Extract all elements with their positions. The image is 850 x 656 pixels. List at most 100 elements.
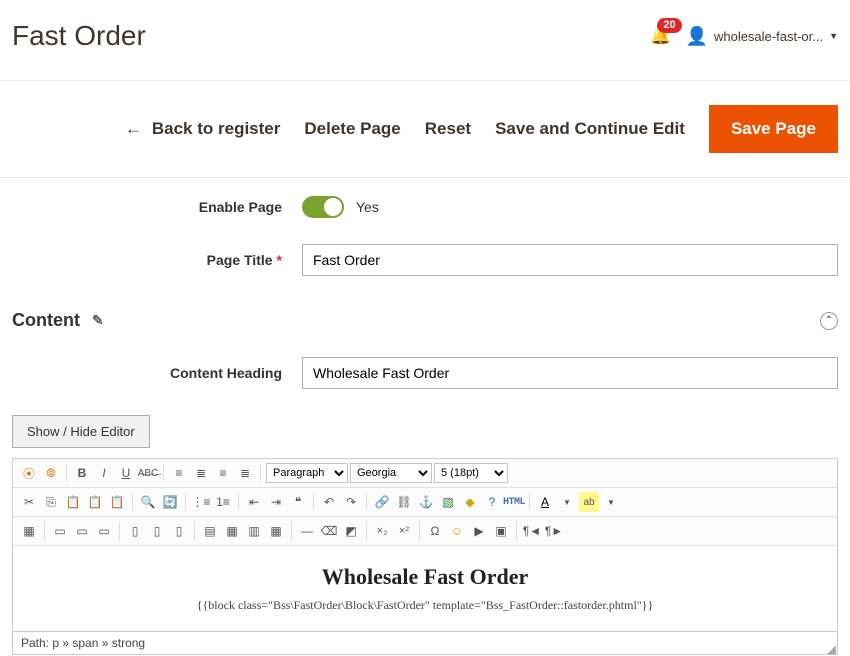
save-page-button[interactable]: Save Page <box>709 105 838 153</box>
editor-path-text[interactable]: Path: p » span » strong <box>21 636 145 650</box>
page-title-input[interactable] <box>302 244 838 276</box>
copy-icon[interactable]: ⎘ <box>41 492 61 512</box>
number-list-icon[interactable]: 1≡ <box>213 492 233 512</box>
italic-icon[interactable]: I <box>94 463 114 483</box>
col-after-icon[interactable]: ▯ <box>147 521 167 541</box>
enable-page-field: Yes <box>302 196 838 218</box>
replace-icon[interactable]: 🔄 <box>160 492 180 512</box>
text-color-icon[interactable]: A <box>535 492 555 512</box>
delete-row-icon[interactable]: ▭ <box>94 521 114 541</box>
underline-icon[interactable]: U <box>116 463 136 483</box>
back-label: Back to register <box>152 119 281 139</box>
align-justify-icon[interactable]: ≣ <box>235 463 255 483</box>
paste-icon[interactable]: 📋 <box>63 492 83 512</box>
row-props-icon[interactable]: ▥ <box>244 521 264 541</box>
save-continue-button[interactable]: Save and Continue Edit <box>495 119 685 139</box>
cell-props-icon[interactable]: ▦ <box>266 521 286 541</box>
page-title: Fast Order <box>12 20 146 52</box>
separator <box>366 522 367 540</box>
anchor-icon[interactable]: ⚓ <box>416 492 436 512</box>
row-before-icon[interactable]: ▭ <box>50 521 70 541</box>
collapse-button[interactable]: ⌃ <box>820 312 838 330</box>
bullet-list-icon[interactable]: ⋮≡ <box>191 492 211 512</box>
notifications-button[interactable]: 🔔 20 <box>650 26 671 46</box>
format-select[interactable]: Paragraph <box>266 463 348 483</box>
required-asterisk: * <box>277 252 282 268</box>
unlink-icon[interactable]: ⛓ <box>394 492 414 512</box>
separator <box>366 493 367 511</box>
fontsize-select[interactable]: 5 (18pt) <box>434 463 508 483</box>
align-center-icon[interactable]: ≣ <box>191 463 211 483</box>
link-icon[interactable]: 🔗 <box>372 492 392 512</box>
content-section-title: Content ✎ <box>12 310 104 331</box>
chevron-down-icon[interactable]: ▼ <box>557 492 577 512</box>
toolbar-row-3: ▦ ▭ ▭ ▭ ▯ ▯ ▯ ▤ ▦ ▥ ▦ — ⌫ ◩ ×₂ ×² Ω ☺ ▶ … <box>13 517 837 546</box>
page-title-label: Page Title* <box>12 252 302 268</box>
back-button[interactable]: ← Back to register <box>125 119 281 139</box>
find-icon[interactable]: 🔍 <box>138 492 158 512</box>
user-name: wholesale-fast-or... <box>714 29 823 44</box>
redo-icon[interactable]: ↷ <box>341 492 361 512</box>
toolbar-row-1: ⦿ ⦾ B I U A̶B̶C̶ ≡ ≣ ≡ ≣ Paragraph Georg… <box>13 459 837 488</box>
media-icon[interactable]: ▶ <box>469 521 489 541</box>
chevron-down-icon[interactable]: ▼ <box>601 492 621 512</box>
bg-color-icon[interactable]: ab <box>579 492 599 512</box>
blockquote-icon[interactable]: ❝ <box>288 492 308 512</box>
reset-button[interactable]: Reset <box>425 119 471 139</box>
table-icon[interactable]: ▦ <box>19 521 39 541</box>
row-after-icon[interactable]: ▭ <box>72 521 92 541</box>
strikethrough-icon[interactable]: A̶B̶C̶ <box>138 463 158 483</box>
ltr-icon[interactable]: ¶◄ <box>522 521 542 541</box>
resize-handle[interactable] <box>823 640 837 654</box>
wysiwyg-editor: ⦿ ⦾ B I U A̶B̶C̶ ≡ ≣ ≡ ≣ Paragraph Georg… <box>12 458 838 632</box>
delete-col-icon[interactable]: ▯ <box>169 521 189 541</box>
actions-bar: ← Back to register Delete Page Reset Sav… <box>0 81 850 178</box>
user-menu[interactable]: 👤 wholesale-fast-or... ▼ <box>686 26 838 47</box>
content-section-label: Content <box>12 310 80 331</box>
variable-icon[interactable]: ⦾ <box>41 463 61 483</box>
cut-icon[interactable]: ✂ <box>19 492 39 512</box>
caret-down-icon: ▼ <box>829 31 838 41</box>
align-left-icon[interactable]: ≡ <box>169 463 189 483</box>
content-heading-label: Content Heading <box>12 365 302 381</box>
enable-page-toggle[interactable] <box>302 196 344 218</box>
font-select[interactable]: Georgia <box>350 463 432 483</box>
subscript-icon[interactable]: ×₂ <box>372 521 392 541</box>
enable-page-row: Enable Page Yes <box>12 196 838 218</box>
rtl-icon[interactable]: ¶► <box>544 521 564 541</box>
outdent-icon[interactable]: ⇤ <box>244 492 264 512</box>
special-char-icon[interactable]: Ω <box>425 521 445 541</box>
undo-icon[interactable]: ↶ <box>319 492 339 512</box>
media-browser-icon[interactable]: ▣ <box>491 521 511 541</box>
indent-icon[interactable]: ⇥ <box>266 492 286 512</box>
emoticon-icon[interactable]: ☺ <box>447 521 467 541</box>
bold-icon[interactable]: B <box>72 463 92 483</box>
help-icon[interactable]: ? <box>482 492 502 512</box>
toolbar-row-2: ✂ ⎘ 📋 📋 📋 🔍 🔄 ⋮≡ 1≡ ⇤ ⇥ ❝ ↶ ↷ 🔗 ⛓ ⚓ ▧ ◆ … <box>13 488 837 517</box>
editor-content-area[interactable]: Wholesale Fast Order {{block class="Bss\… <box>13 546 837 631</box>
cleanup-icon[interactable]: ◆ <box>460 492 480 512</box>
separator <box>185 493 186 511</box>
hr-icon[interactable]: — <box>297 521 317 541</box>
paste-text-icon[interactable]: 📋 <box>85 492 105 512</box>
visual-aid-icon[interactable]: ◩ <box>341 521 361 541</box>
page-title-field <box>302 244 838 276</box>
align-right-icon[interactable]: ≡ <box>213 463 233 483</box>
widget-icon[interactable]: ⦿ <box>19 463 39 483</box>
col-before-icon[interactable]: ▯ <box>125 521 145 541</box>
delete-page-button[interactable]: Delete Page <box>304 119 400 139</box>
form-area: Enable Page Yes Page Title* Content ✎ ⌃ … <box>0 178 850 655</box>
content-heading-input[interactable] <box>302 357 838 389</box>
superscript-icon[interactable]: ×² <box>394 521 414 541</box>
merge-cells-icon[interactable]: ▦ <box>222 521 242 541</box>
code-icon[interactable]: HTML <box>504 492 524 512</box>
image-icon[interactable]: ▧ <box>438 492 458 512</box>
pencil-icon[interactable]: ✎ <box>92 312 104 329</box>
paste-word-icon[interactable]: 📋 <box>107 492 127 512</box>
show-hide-editor-button[interactable]: Show / Hide Editor <box>12 415 150 448</box>
separator <box>260 464 261 482</box>
remove-format-icon[interactable]: ⌫ <box>319 521 339 541</box>
split-cells-icon[interactable]: ▤ <box>200 521 220 541</box>
chevron-up-icon: ⌃ <box>825 315 833 326</box>
separator <box>419 522 420 540</box>
